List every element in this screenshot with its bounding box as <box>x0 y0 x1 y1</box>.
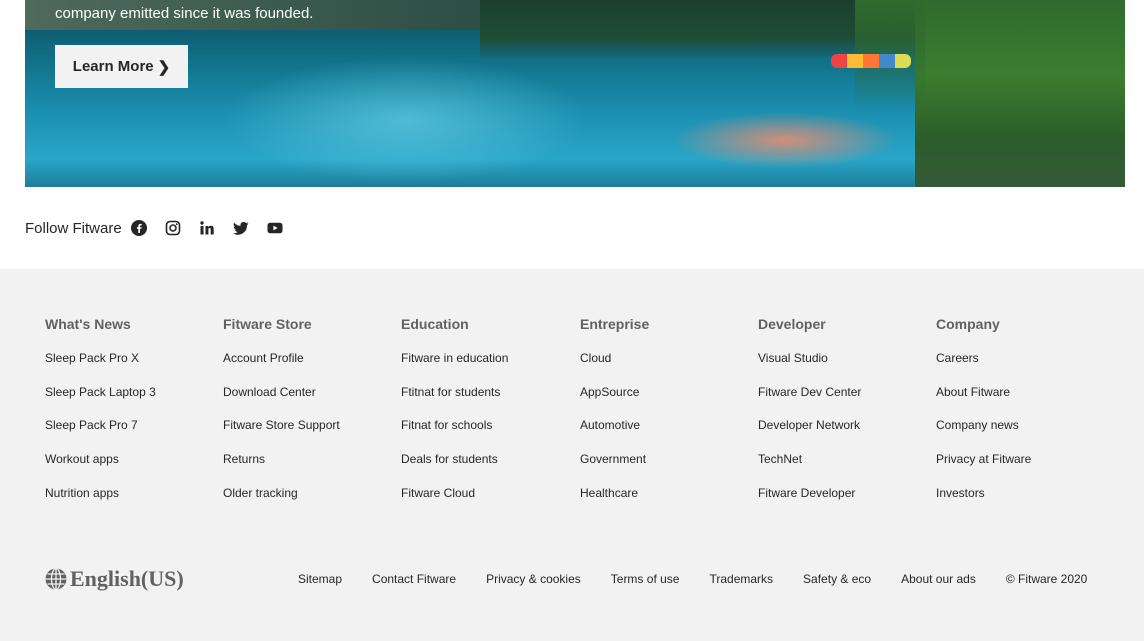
locale-label: English(US) <box>70 566 184 591</box>
footer-link[interactable]: Returns <box>223 452 265 466</box>
twitter-icon[interactable] <box>232 219 250 237</box>
sitemap-link[interactable]: Sitemap <box>298 572 342 586</box>
footer-link[interactable]: Fitware Store Support <box>223 418 340 432</box>
instagram-icon[interactable] <box>164 219 182 237</box>
footer-column-title: Fitware Store <box>223 316 312 332</box>
footer-column-title: Education <box>401 316 469 332</box>
footer-link[interactable]: Fitnat for schools <box>401 418 492 432</box>
footer-link[interactable]: Sleep Pack Laptop 3 <box>45 385 156 399</box>
hero-boats <box>831 54 911 68</box>
footer-column-title: Developer <box>758 316 826 332</box>
footer-link[interactable]: Developer Network <box>758 418 860 432</box>
footer-link[interactable]: Workout apps <box>45 452 119 466</box>
footer-link[interactable]: Fitware Cloud <box>401 486 475 500</box>
footer-column-title: Company <box>936 316 1000 332</box>
footer-link[interactable]: Fitware Developer <box>758 486 855 500</box>
footer-link[interactable]: Careers <box>936 351 979 365</box>
footer-link[interactable]: Account Profile <box>223 351 304 365</box>
footer-column-title: Entreprise <box>580 316 650 332</box>
site-footer: What's News Sleep Pack Pro X Sleep Pack … <box>0 269 1144 641</box>
footer-column-fitware-store: Fitware Store Account Profile Download C… <box>223 316 393 519</box>
follow-label: Follow Fitware <box>25 219 122 237</box>
footer-link[interactable]: Older tracking <box>223 486 298 500</box>
footer-column-whats-news: What's News Sleep Pack Pro X Sleep Pack … <box>45 316 215 519</box>
terms-of-use-link[interactable]: Terms of use <box>611 572 680 586</box>
hero-forest <box>855 0 1125 187</box>
hero-description: company emitted since it was founded. <box>55 5 314 22</box>
hero-banner: company emitted since it was founded. Le… <box>25 0 1125 187</box>
footer-link[interactable]: Nutrition apps <box>45 486 119 500</box>
footer-link[interactable]: Ftitnat for students <box>401 385 500 399</box>
footer-link[interactable]: Fitware in education <box>401 351 508 365</box>
youtube-icon[interactable] <box>266 219 284 237</box>
footer-link[interactable]: About Fitware <box>936 385 1010 399</box>
globe-icon <box>45 567 67 591</box>
footer-link[interactable]: Cloud <box>580 351 611 365</box>
footer-column-entreprise: Entreprise Cloud AppSource Automotive Go… <box>580 316 750 519</box>
footer-link[interactable]: Investors <box>936 486 985 500</box>
footer-link[interactable]: Healthcare <box>580 486 638 500</box>
contact-link[interactable]: Contact Fitware <box>372 572 456 586</box>
linkedin-icon[interactable] <box>198 219 216 237</box>
footer-column-title: What's News <box>45 316 131 332</box>
chevron-right-icon: ❯ <box>157 58 171 76</box>
footer-link[interactable]: Automotive <box>580 418 640 432</box>
footer-link[interactable]: Sleep Pack Pro 7 <box>45 418 138 432</box>
footer-link[interactable]: Download Center <box>223 385 316 399</box>
footer-link[interactable]: Fitware Dev Center <box>758 385 861 399</box>
footer-legal-links: Sitemap Contact Fitware Privacy & cookie… <box>298 564 1087 594</box>
learn-more-button[interactable]: Learn More ❯ <box>55 45 188 88</box>
footer-link[interactable]: TechNet <box>758 452 802 466</box>
follow-row: Follow Fitware <box>25 218 300 238</box>
footer-column-developer: Developer Visual Studio Fitware Dev Cent… <box>758 316 928 519</box>
footer-link[interactable]: Government <box>580 452 646 466</box>
about-ads-link[interactable]: About our ads <box>901 572 976 586</box>
footer-link[interactable]: Privacy at Fitware <box>936 452 1031 466</box>
footer-link[interactable]: Deals for students <box>401 452 498 466</box>
privacy-cookies-link[interactable]: Privacy & cookies <box>486 572 581 586</box>
facebook-icon[interactable] <box>130 219 148 237</box>
locale-selector[interactable]: English(US) <box>44 564 184 594</box>
footer-link[interactable]: Company news <box>936 418 1019 432</box>
copyright: © Fitware 2020 <box>1005 572 1088 586</box>
safety-eco-link[interactable]: Safety & eco <box>803 572 871 586</box>
footer-bottom-bar: English(US) Sitemap Contact Fitware Priv… <box>0 564 1144 594</box>
footer-link[interactable]: Sleep Pack Pro X <box>45 351 139 365</box>
footer-column-education: Education Fitware in education Ftitnat f… <box>401 316 571 519</box>
footer-link[interactable]: AppSource <box>580 385 639 399</box>
trademarks-link[interactable]: Trademarks <box>709 572 773 586</box>
footer-link[interactable]: Visual Studio <box>758 351 828 365</box>
footer-column-company: Company Careers About Fitware Company ne… <box>936 316 1106 519</box>
learn-more-label: Learn More <box>72 58 154 75</box>
